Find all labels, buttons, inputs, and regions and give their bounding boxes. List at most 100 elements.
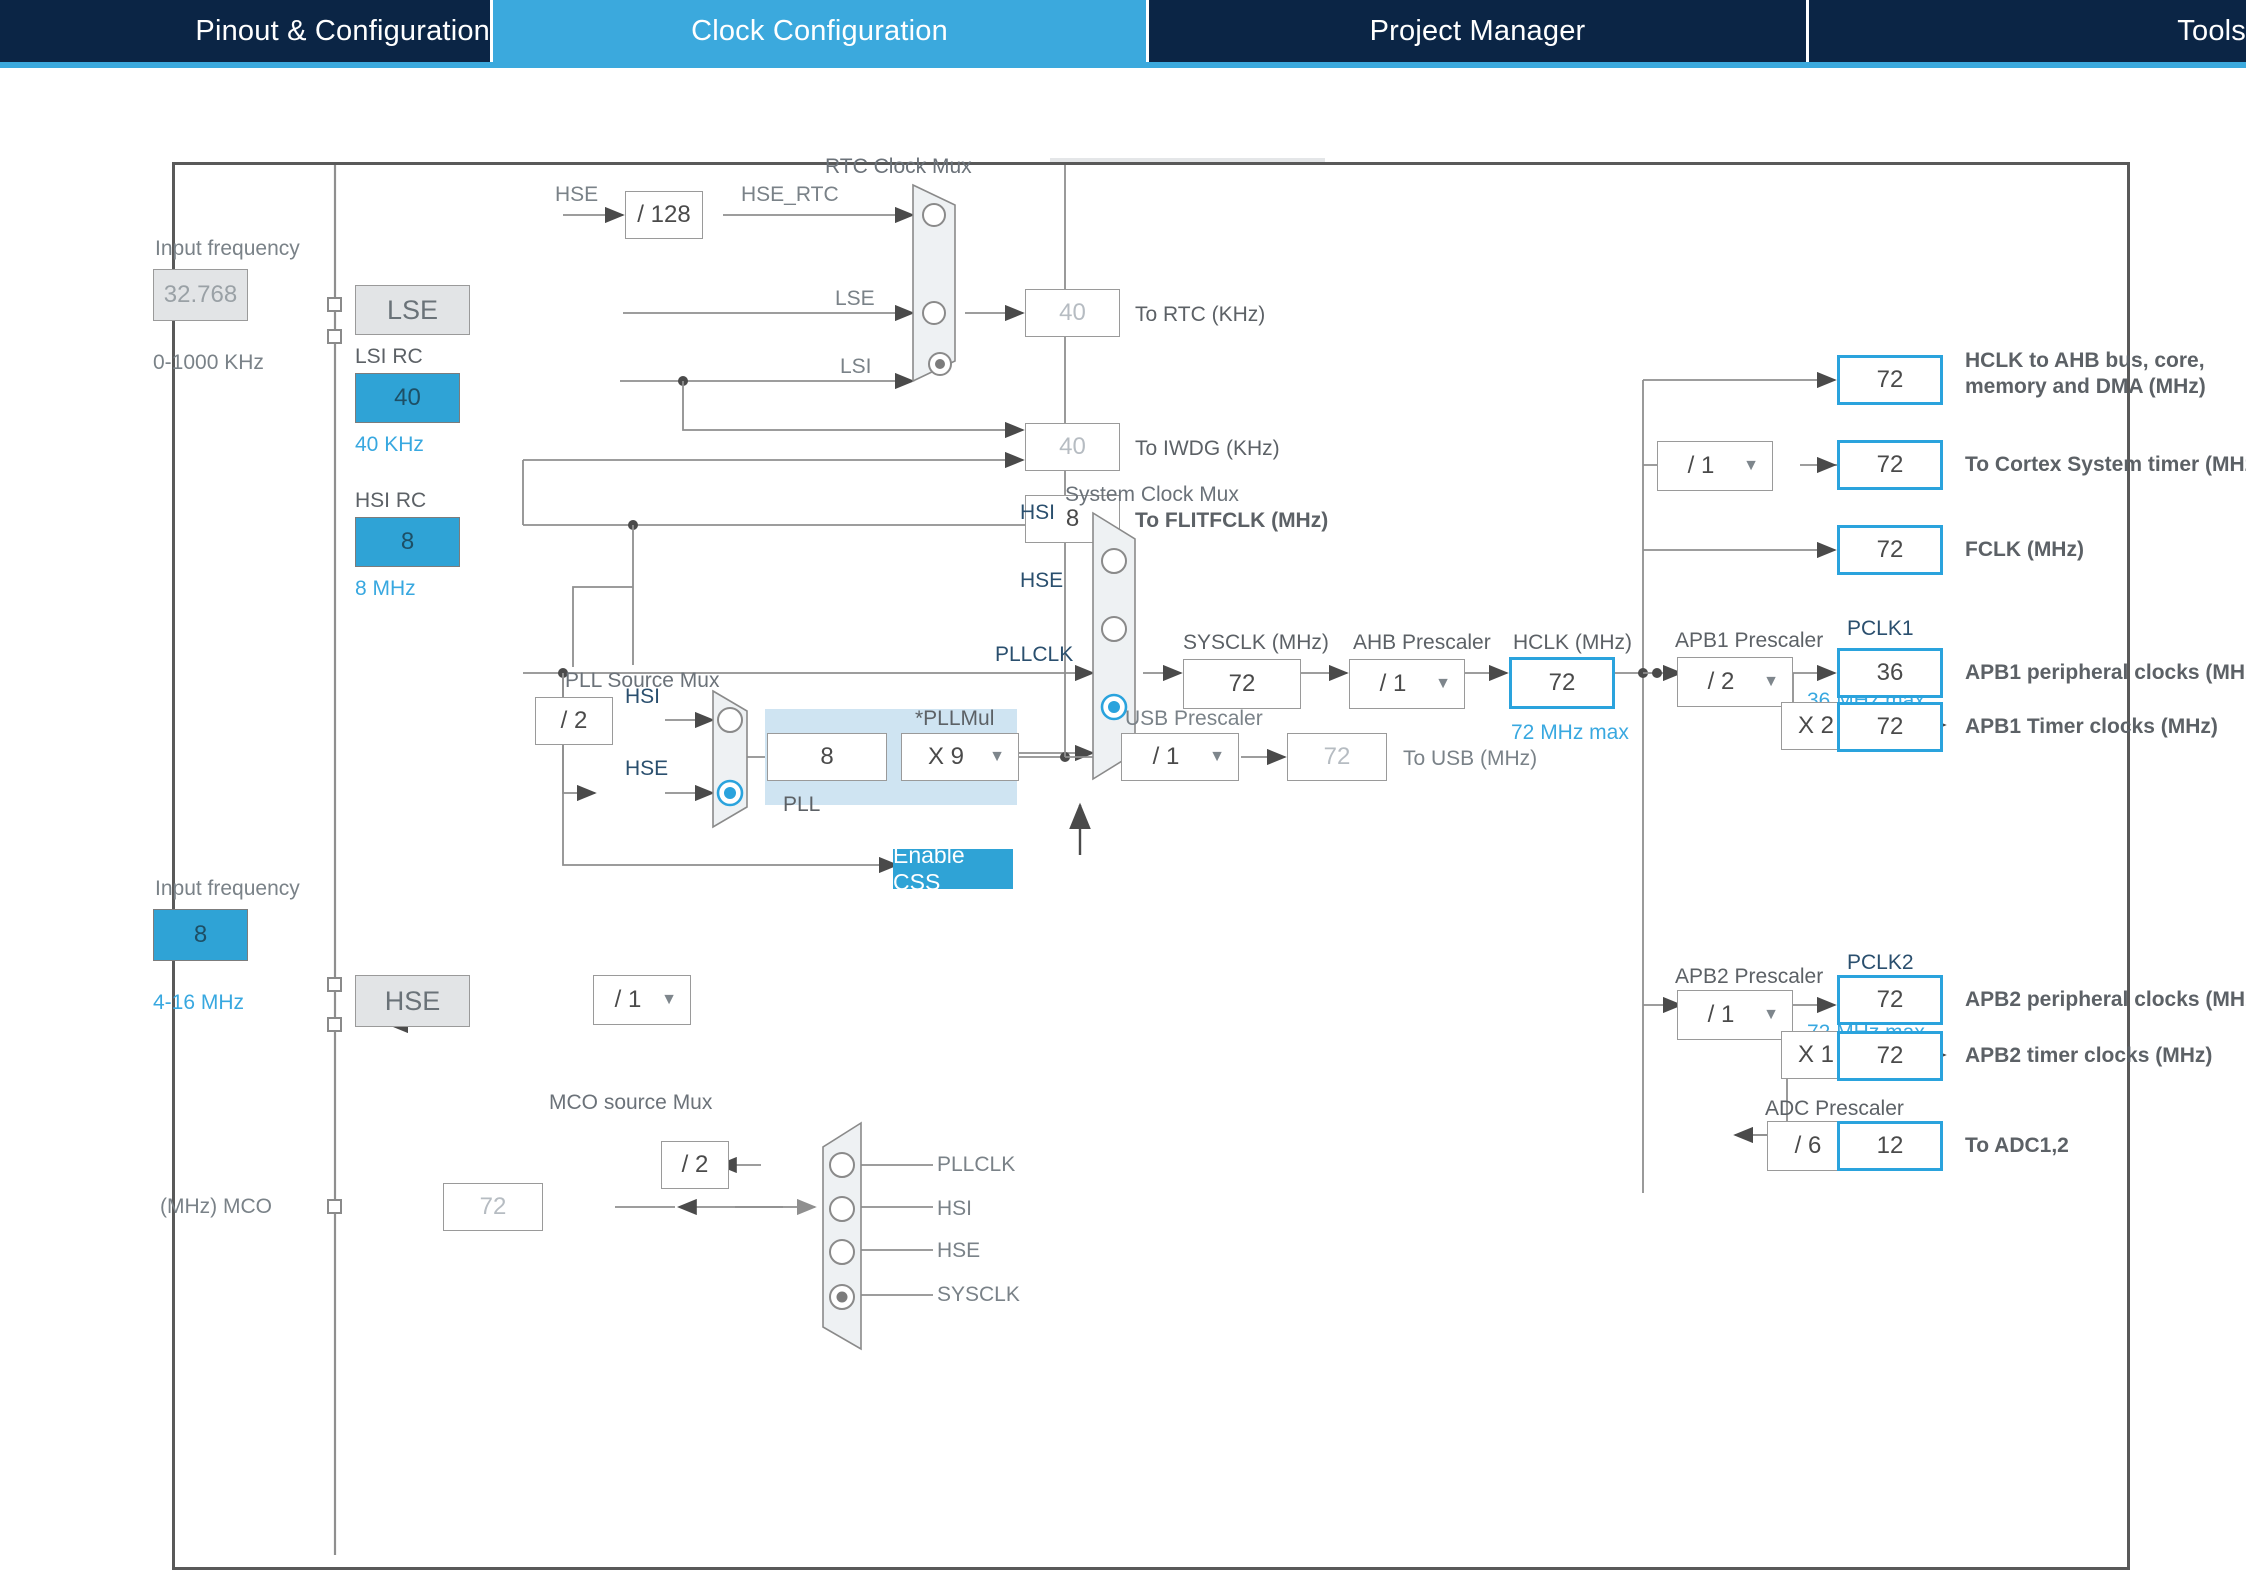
lse-enable-button[interactable]: LSE bbox=[355, 285, 470, 335]
apb2-prescaler-select[interactable]: / 1 ▼ bbox=[1677, 990, 1793, 1040]
cortex-prescaler-value: / 1 bbox=[1687, 452, 1715, 479]
adc-output-label: To ADC1,2 bbox=[1965, 1134, 2069, 1157]
mco-output-label: (MHz) MCO bbox=[160, 1195, 272, 1218]
hsi-rc-unit-label: 8 MHz bbox=[355, 577, 416, 600]
chevron-down-icon: ▼ bbox=[989, 748, 1005, 765]
pllmul-label: *PLLMul bbox=[915, 707, 995, 730]
rtc-mux-selected-radio[interactable] bbox=[927, 351, 953, 377]
sysclk-value: 72 bbox=[1183, 659, 1301, 709]
hse-pin-out bbox=[327, 1017, 342, 1032]
lse-pin-in bbox=[327, 297, 342, 312]
hclk-ahb-output-label-line2: memory and DMA (MHz) bbox=[1965, 375, 2206, 398]
pclk1-label: PCLK1 bbox=[1847, 617, 1914, 640]
apb2-peripheral-value: 72 bbox=[1837, 975, 1943, 1025]
apb1-prescaler-select[interactable]: / 2 ▼ bbox=[1677, 657, 1793, 707]
hse-rtc-divider-value: / 128 bbox=[625, 191, 703, 239]
tab-tools[interactable]: Tools bbox=[1809, 0, 2246, 62]
hclk-title: HCLK (MHz) bbox=[1513, 631, 1632, 654]
to-rtc-label: To RTC (KHz) bbox=[1135, 303, 1266, 326]
lse-range-label: 0-1000 KHz bbox=[153, 351, 264, 374]
chevron-down-icon: ▼ bbox=[1743, 457, 1759, 474]
cortex-timer-output-label: To Cortex System timer (MHz) bbox=[1965, 453, 2246, 476]
tab-project-manager[interactable]: Project Manager bbox=[1149, 0, 1806, 62]
adc-output-value: 12 bbox=[1837, 1121, 1943, 1171]
mco-mux-input-pllclk-label: PLLCLK bbox=[937, 1153, 1016, 1176]
pll-mux-input-hsi-label: HSI bbox=[625, 685, 661, 708]
usb-prescaler-select[interactable]: / 1 ▼ bbox=[1121, 733, 1239, 781]
lse-input-frequency-label: Input frequency bbox=[155, 237, 300, 260]
tab-clock-configuration[interactable]: Clock Configuration bbox=[493, 0, 1146, 62]
mco-source-mux-title: MCO source Mux bbox=[549, 1091, 713, 1114]
pllmul-value: X 9 bbox=[927, 743, 965, 770]
hsi-rc-title: HSI RC bbox=[355, 489, 427, 512]
rtc-mux-input-lsi-label: LSI bbox=[840, 355, 872, 378]
rtc-mux-input-lse-label: LSE bbox=[835, 287, 875, 310]
mco-value: 72 bbox=[443, 1183, 543, 1231]
to-flitfclk-label: To FLITFCLK (MHz) bbox=[1135, 509, 1329, 532]
hse-input-frequency-field[interactable]: 8 bbox=[153, 909, 248, 961]
mco-source-mux[interactable] bbox=[811, 1121, 863, 1351]
to-iwdg-label: To IWDG (KHz) bbox=[1135, 437, 1280, 460]
hse-range-label: 4-16 MHz bbox=[153, 991, 245, 1014]
chevron-down-icon: ▼ bbox=[1435, 675, 1451, 692]
apb1-prescaler-title: APB1 Prescaler bbox=[1675, 629, 1824, 652]
apb1-timer-label: APB1 Timer clocks (MHz) bbox=[1965, 715, 2218, 738]
ahb-prescaler-select[interactable]: / 1 ▼ bbox=[1349, 659, 1465, 709]
pclk2-label: PCLK2 bbox=[1847, 951, 1914, 974]
tab-project-manager-label: Project Manager bbox=[1369, 14, 1586, 47]
lsi-rc-value[interactable]: 40 bbox=[355, 373, 460, 423]
enable-css-button[interactable]: Enable CSS bbox=[893, 842, 1013, 895]
pll-mux-input-hse-label: HSE bbox=[625, 757, 669, 780]
usb-prescaler-value: / 1 bbox=[1152, 743, 1180, 770]
clock-tree-diagram: Input frequency 32.768 0-1000 KHz LSE LS… bbox=[153, 155, 2246, 1570]
tab-tools-label: Tools bbox=[2177, 14, 2246, 47]
hclk-value: 72 bbox=[1509, 657, 1615, 709]
pll-region-label: PLL bbox=[783, 793, 821, 816]
sysclk-title: SYSCLK (MHz) bbox=[1183, 631, 1329, 654]
lse-pin-out bbox=[327, 329, 342, 344]
to-iwdg-value: 40 bbox=[1025, 423, 1120, 471]
fclk-output-value: 72 bbox=[1837, 525, 1943, 575]
system-mux-input-hse-label: HSE bbox=[1020, 569, 1064, 592]
system-mux-input-hsi-label: HSI bbox=[1020, 501, 1056, 524]
tab-pinout-configuration-label: Pinout & Configuration bbox=[195, 14, 490, 47]
mco-pin bbox=[327, 1199, 342, 1214]
apb1-prescaler-value: / 2 bbox=[1707, 668, 1735, 695]
hsi-rc-value[interactable]: 8 bbox=[355, 517, 460, 567]
tab-clock-configuration-label: Clock Configuration bbox=[691, 14, 948, 47]
mco-pllclk-divider-value: / 2 bbox=[661, 1141, 729, 1189]
hse-pin-in bbox=[327, 977, 342, 992]
hclk-max-label: 72 MHz max bbox=[1511, 721, 1629, 744]
cortex-prescaler-select[interactable]: / 1 ▼ bbox=[1657, 441, 1773, 491]
clock-toolbar: Resolve Clock Issues bbox=[0, 68, 2246, 206]
apb2-timer-value: 72 bbox=[1837, 1031, 1943, 1081]
apb2-prescaler-title: APB2 Prescaler bbox=[1675, 965, 1824, 988]
apb1-timer-value: 72 bbox=[1837, 702, 1943, 752]
usb-prescaler-title: USB Prescaler bbox=[1125, 707, 1263, 730]
mco-mux-input-hsi-label: HSI bbox=[937, 1197, 973, 1220]
pllmul-select[interactable]: X 9 ▼ bbox=[901, 733, 1019, 781]
hse-enable-button[interactable]: HSE bbox=[355, 975, 470, 1027]
lse-input-frequency-field[interactable]: 32.768 bbox=[153, 269, 248, 321]
apb1-peripheral-value: 36 bbox=[1837, 648, 1943, 698]
adc-prescaler-value: / 6 bbox=[1794, 1132, 1822, 1159]
mco-mux-input-hse-label: HSE bbox=[937, 1239, 981, 1262]
pll-hsi-divider-value: / 2 bbox=[535, 697, 613, 745]
apb2-peripheral-label: APB2 peripheral clocks (MHz) bbox=[1965, 988, 2246, 1011]
ahb-prescaler-value: / 1 bbox=[1379, 670, 1407, 697]
hclk-ahb-output-value: 72 bbox=[1837, 355, 1943, 405]
lsi-rc-title: LSI RC bbox=[355, 345, 423, 368]
chevron-down-icon: ▼ bbox=[1763, 1006, 1779, 1023]
pll-source-mux[interactable] bbox=[711, 689, 759, 829]
to-usb-value: 72 bbox=[1287, 733, 1387, 781]
apb2-prescaler-value: / 1 bbox=[1707, 1001, 1735, 1028]
system-mux-input-pllclk-label: PLLCLK bbox=[995, 643, 1074, 666]
hse-predivider-value: / 1 bbox=[614, 986, 642, 1013]
apb1-peripheral-label: APB1 peripheral clocks (MHz) bbox=[1965, 661, 2246, 684]
to-usb-label: To USB (MHz) bbox=[1403, 747, 1538, 770]
to-rtc-value: 40 bbox=[1025, 289, 1120, 337]
hse-rtc-out-label: HSE_RTC bbox=[741, 183, 839, 206]
ahb-prescaler-title: AHB Prescaler bbox=[1353, 631, 1491, 654]
pll-input-value: 8 bbox=[767, 733, 887, 781]
hse-predivider-select[interactable]: / 1 ▼ bbox=[593, 975, 691, 1025]
